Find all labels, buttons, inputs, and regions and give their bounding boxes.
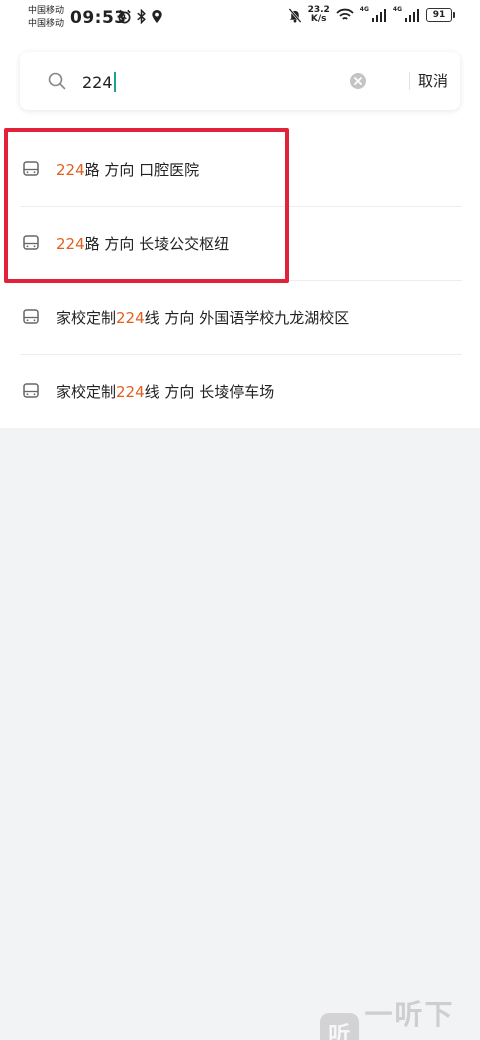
battery-level: 91 [432, 10, 446, 20]
result-prefix: 家校定制 [56, 382, 117, 401]
result-suffix: 路 方向 长堎公交枢纽 [84, 234, 230, 253]
watermark-logo-char: 听 [328, 1023, 351, 1040]
result-label: 224路 方向 口腔医院 [56, 159, 199, 180]
bus-icon [23, 235, 39, 250]
search-results-list: 224路 方向 口腔医院 224路 方向 长堎公交枢纽 家校定制224线 方向 … [0, 132, 480, 428]
result-highlight: 224 [116, 308, 145, 327]
watermark-logo: 听 [320, 1013, 359, 1040]
watermark: 听 一听下载 [320, 993, 480, 1040]
status-icons-right: 23.2 K/s 4G 4G 91 [288, 5, 455, 24]
bus-icon [23, 309, 39, 324]
result-label: 家校定制224线 方向 外国语学校九龙湖校区 [56, 307, 349, 328]
carrier-info: 中国移动 中国移动 [28, 5, 64, 31]
result-highlight: 224 [56, 234, 85, 253]
result-item[interactable]: 224路 方向 口腔医院 [0, 132, 480, 206]
carrier-2: 中国移动 [28, 19, 65, 29]
signal-icon [405, 8, 419, 22]
result-label: 224路 方向 长堎公交枢纽 [56, 233, 229, 254]
watermark-text: 一听下载 [364, 998, 455, 1040]
result-item[interactable]: 224路 方向 长堎公交枢纽 [0, 206, 480, 280]
carrier-1: 中国移动 [28, 6, 65, 16]
network-speed: 23.2 K/s [308, 6, 330, 24]
alarm-icon [118, 9, 131, 24]
search-input[interactable]: 224 [82, 72, 116, 92]
result-highlight: 224 [116, 382, 145, 401]
location-icon [152, 9, 162, 24]
search-divider [409, 72, 410, 90]
result-label: 家校定制224线 方向 长堎停车场 [56, 381, 274, 402]
status-icons-left [117, 9, 163, 24]
text-caret [113, 72, 116, 92]
network-type-2: 4G [392, 5, 402, 13]
bus-icon [23, 383, 39, 398]
battery-icon: 91 [426, 8, 455, 22]
result-suffix: 线 方向 长堎停车场 [144, 382, 275, 401]
result-prefix: 家校定制 [56, 308, 117, 327]
result-item[interactable]: 家校定制224线 方向 外国语学校九龙湖校区 [0, 280, 480, 354]
cancel-button[interactable]: 取消 [418, 70, 448, 91]
search-query: 224 [82, 72, 113, 92]
result-suffix: 线 方向 外国语学校九龙湖校区 [144, 308, 350, 327]
search-icon [48, 72, 66, 90]
bus-icon [23, 161, 39, 176]
signal-icon [371, 8, 386, 22]
wifi-icon [336, 8, 354, 20]
mute-bell-icon [288, 7, 302, 23]
bluetooth-icon [137, 9, 146, 24]
result-highlight: 224 [56, 160, 85, 179]
result-suffix: 路 方向 口腔医院 [84, 160, 200, 179]
speed-unit: K/s [310, 14, 327, 24]
status-bar: 中国移动 中国移动 09:53 23.2 K/s 4G 4G 91 [0, 0, 480, 36]
clear-input-icon[interactable] [349, 72, 367, 90]
result-item[interactable]: 家校定制224线 方向 长堎停车场 [0, 354, 480, 428]
network-type-1: 4G [359, 5, 369, 13]
search-bar: 224 取消 [20, 52, 460, 110]
